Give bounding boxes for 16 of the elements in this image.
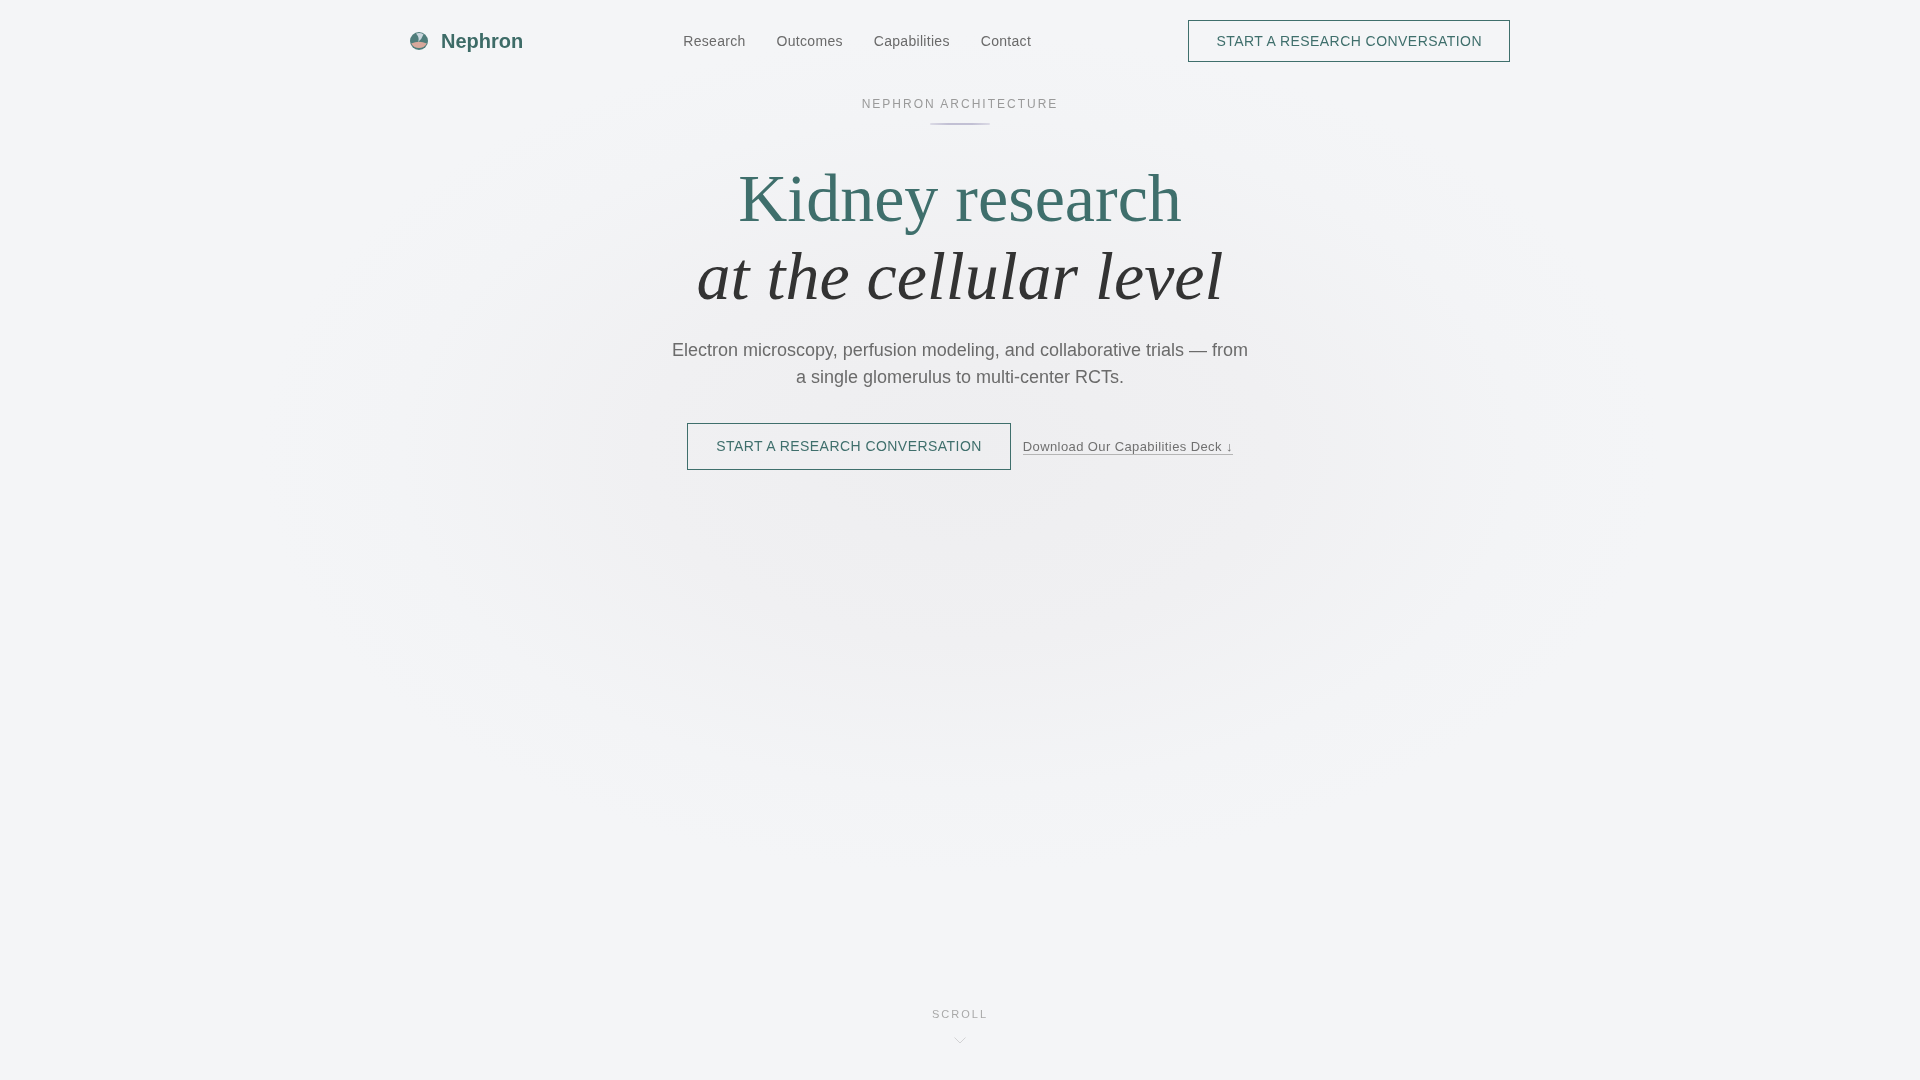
hero-subheadline: at the cellular level (696, 237, 1224, 315)
hero-headline: Kidney research (738, 159, 1182, 237)
nav-link[interactable]: Contact (980, 32, 1032, 50)
nav-link[interactable]: Research (683, 32, 746, 50)
start-conversation-button[interactable]: START A RESEARCH CONVERSATION (687, 423, 1011, 470)
nav-link[interactable]: Capabilities (873, 32, 950, 50)
hero-description: Electron microscopy, perfusion modeling, and collaborative trials — from a single glomerulus to multi-center RCTs. (671, 339, 1249, 389)
brand-logo[interactable]: Nephron (410, 29, 526, 53)
start-conversation-button[interactable]: START A RESEARCH CONVERSATION (1188, 20, 1510, 62)
globe-logo-icon (410, 32, 428, 50)
chevron-down-icon (954, 1037, 966, 1044)
download-deck-link[interactable]: Download Our Capabilities Deck ↓ (1022, 438, 1233, 455)
nav-link[interactable]: Outcomes (776, 32, 843, 50)
eyebrow-label: NEPHRON ARCHITECTURE (861, 96, 1059, 112)
brand-name: Nephron (441, 29, 524, 53)
scroll-label: SCROLL (932, 1007, 988, 1021)
